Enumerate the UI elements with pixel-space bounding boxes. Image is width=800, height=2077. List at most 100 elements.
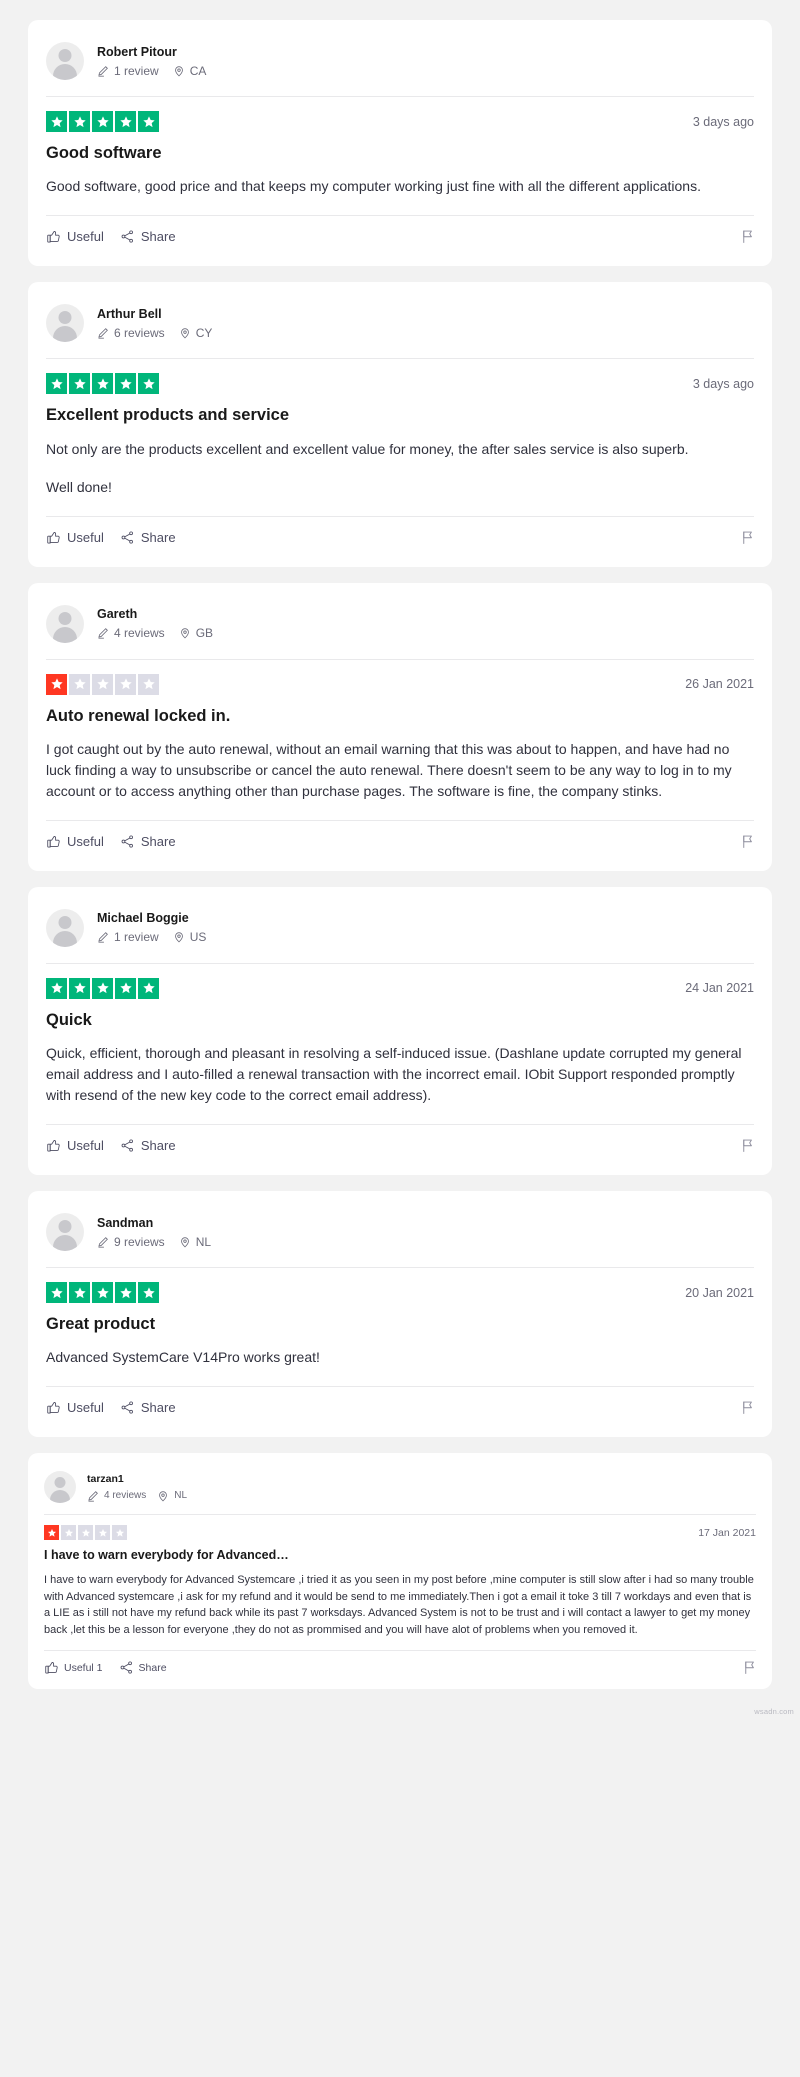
review-date: 26 Jan 2021	[685, 677, 754, 692]
star-icon	[69, 373, 90, 395]
flag-icon[interactable]	[741, 834, 754, 849]
review-title[interactable]: I have to warn everybody for Advanced…	[44, 1547, 756, 1572]
useful-button[interactable]: Useful 1	[44, 1660, 103, 1675]
useful-label: Useful 1	[64, 1661, 103, 1674]
author-meta: 4 reviews GB	[97, 626, 213, 640]
star-icon	[95, 1525, 110, 1541]
author-info: Michael Boggie 1 review US	[97, 911, 206, 944]
author-meta: 9 reviews NL	[97, 1235, 211, 1249]
useful-label: Useful	[67, 833, 104, 849]
share-label: Share	[140, 833, 176, 849]
avatar-placeholder-icon	[46, 908, 84, 947]
country-label: GB	[195, 626, 214, 641]
share-label: Share	[140, 229, 176, 245]
share-button[interactable]: Share	[120, 834, 176, 849]
avatar-placeholder-icon	[46, 1213, 84, 1252]
star-icon	[92, 673, 113, 695]
useful-button[interactable]: Useful	[46, 834, 104, 849]
flag-icon[interactable]	[741, 1400, 754, 1415]
author-info: Sandman 9 reviews NL	[97, 1216, 211, 1249]
author-name[interactable]: Robert Pitour	[97, 45, 206, 60]
flag-icon[interactable]	[741, 229, 754, 244]
star-icon	[69, 673, 90, 695]
author-info: Gareth 4 reviews GB	[97, 607, 213, 640]
review-card: tarzan1 4 reviews NL 17 Jan 2021 I have to w…	[28, 1453, 772, 1690]
pencil-icon	[97, 327, 109, 339]
avatar-placeholder-icon	[46, 604, 84, 643]
review-title[interactable]: Good software	[46, 142, 754, 176]
location-pin-icon	[173, 65, 185, 77]
star-icon	[46, 111, 67, 132]
share-icon	[120, 1138, 135, 1153]
review-actions: Useful Share	[46, 1387, 754, 1427]
share-button[interactable]: Share	[120, 530, 176, 545]
review-author-block: Robert Pitour 1 review CA	[46, 42, 754, 96]
thumbs-up-icon	[46, 1400, 61, 1415]
useful-button[interactable]: Useful	[46, 1138, 104, 1153]
review-author-block: Michael Boggie 1 review US	[46, 908, 754, 963]
thumbs-up-icon	[44, 1660, 59, 1675]
useful-label: Useful	[67, 529, 104, 545]
country-item: CA	[173, 64, 206, 78]
star-icon	[69, 111, 90, 132]
avatar-placeholder-icon	[46, 42, 84, 80]
star-icon	[92, 373, 113, 395]
share-icon	[120, 229, 135, 244]
author-meta: 1 review US	[97, 930, 206, 944]
flag-icon[interactable]	[743, 1660, 756, 1675]
thumbs-up-icon	[46, 530, 61, 545]
location-pin-icon	[157, 1490, 169, 1502]
country-label: NL	[174, 1490, 188, 1502]
actions-left: Useful Share	[46, 834, 176, 849]
useful-button[interactable]: Useful	[46, 530, 104, 545]
author-name[interactable]: Michael Boggie	[97, 911, 206, 926]
actions-left: Useful Share	[46, 1138, 176, 1153]
useful-button[interactable]: Useful	[46, 229, 104, 244]
flag-icon[interactable]	[741, 530, 754, 545]
star-icon	[46, 1282, 67, 1304]
rating-row: 3 days ago	[46, 97, 754, 142]
review-title[interactable]: Auto renewal locked in.	[46, 705, 754, 739]
review-count-label: 6 reviews	[114, 325, 165, 340]
review-list: Robert Pitour 1 review CA 3 days ago Good so…	[28, 20, 772, 1690]
rating-row: 24 Jan 2021	[46, 964, 754, 1009]
location-pin-icon	[179, 1236, 191, 1248]
useful-label: Useful	[67, 229, 104, 245]
review-date: 3 days ago	[692, 376, 754, 391]
review-paragraph: I have to warn everybody for Advanced Sy…	[44, 1574, 754, 1636]
star-icon	[92, 111, 113, 132]
review-card: Gareth 4 reviews GB 26 Jan 2021 Auto renewal…	[28, 582, 772, 871]
review-title[interactable]: Quick	[46, 1009, 754, 1043]
review-date: 20 Jan 2021	[685, 1285, 754, 1300]
star-icon	[138, 977, 159, 999]
review-title[interactable]: Great product	[46, 1313, 754, 1347]
country-item: CY	[179, 326, 212, 340]
avatar-placeholder-icon	[46, 304, 84, 343]
star-rating	[46, 111, 159, 132]
review-title[interactable]: Excellent products and service	[46, 404, 754, 438]
location-pin-icon	[179, 627, 191, 639]
thumbs-up-icon	[46, 1138, 61, 1153]
share-button[interactable]: Share	[120, 1138, 176, 1153]
author-name[interactable]: Sandman	[97, 1216, 211, 1231]
review-card: Robert Pitour 1 review CA 3 days ago Good so…	[28, 20, 772, 267]
star-icon	[115, 373, 136, 395]
review-count-label: 9 reviews	[114, 1234, 165, 1249]
flag-icon[interactable]	[741, 1138, 754, 1153]
star-icon	[69, 1282, 90, 1304]
author-name[interactable]: Arthur Bell	[97, 307, 212, 322]
share-button[interactable]: Share	[120, 229, 176, 244]
share-label: Share	[140, 1138, 176, 1154]
share-button[interactable]: Share	[119, 1660, 167, 1675]
review-text: I got caught out by the auto renewal, wi…	[46, 739, 754, 820]
review-count-label: 1 review	[114, 930, 159, 945]
useful-button[interactable]: Useful	[46, 1400, 104, 1415]
actions-left: Useful Share	[46, 229, 176, 244]
share-button[interactable]: Share	[120, 1400, 176, 1415]
author-name[interactable]: tarzan1	[87, 1473, 187, 1486]
review-count-item: 4 reviews	[87, 1490, 146, 1502]
star-icon	[44, 1525, 59, 1541]
star-rating	[44, 1525, 127, 1541]
star-icon	[115, 111, 136, 132]
author-name[interactable]: Gareth	[97, 607, 213, 622]
